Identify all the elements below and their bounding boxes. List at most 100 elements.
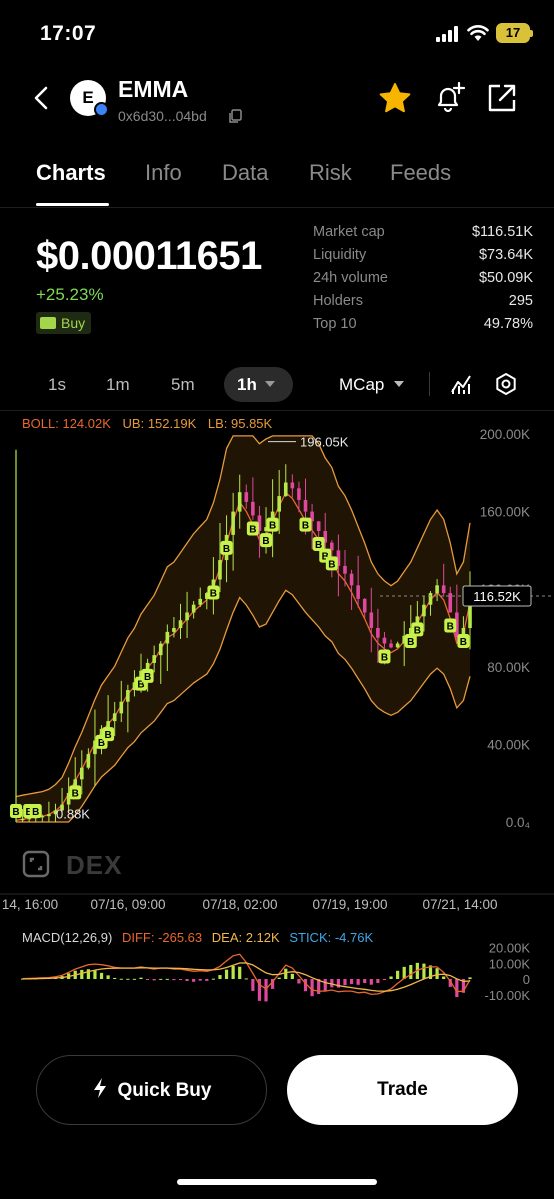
chevron-down-icon[interactable] <box>394 381 404 387</box>
alert-bell-plus-icon[interactable] <box>432 81 466 115</box>
macd-stick-bar <box>198 979 202 981</box>
tab-risk[interactable]: Risk <box>309 160 352 186</box>
stat-top-10: Top 10 49.78% <box>313 316 533 336</box>
macd-stick-bar <box>297 979 301 984</box>
settings-icon[interactable] <box>494 372 518 396</box>
y-tick-label: 160.00K <box>480 505 530 520</box>
macd-stick-bar <box>422 963 426 979</box>
candle-body <box>283 482 288 497</box>
candle-body <box>356 585 360 599</box>
stat-label: 24h volume <box>313 270 388 286</box>
avatar-letter: E <box>82 88 94 107</box>
x-tick-label: 07/16, 09:00 <box>90 897 165 912</box>
interval-5m[interactable]: 5m <box>171 375 195 395</box>
candle-body <box>376 628 380 638</box>
candle-body <box>349 573 354 586</box>
macd-stick-bar <box>363 979 367 984</box>
candle-body <box>428 593 433 605</box>
candle-body <box>191 604 196 613</box>
battery-icon: 17 <box>496 23 533 43</box>
macd-stick-bar <box>396 970 400 979</box>
macd-stick-bar <box>251 979 255 991</box>
interval-1m[interactable]: 1m <box>106 375 130 395</box>
buy-marker-label: B <box>210 589 217 600</box>
macd-stick-bar <box>284 968 288 979</box>
candle-body <box>297 488 301 500</box>
back-arrow-icon[interactable] <box>30 84 54 112</box>
buy-marker-label: B <box>447 621 454 632</box>
x-tick-label: 07/19, 19:00 <box>312 897 387 912</box>
quick-buy-button[interactable]: Quick Buy <box>36 1055 267 1125</box>
buy-marker-label: B <box>414 625 421 636</box>
macd-stick-bar <box>80 969 84 979</box>
stat-market-cap: Market cap $116.51K <box>313 224 533 244</box>
candle-body <box>185 612 189 621</box>
price-change: +25.23% <box>36 285 104 304</box>
y-tick-label: 40.00K <box>487 737 530 752</box>
share-external-icon[interactable] <box>486 82 518 114</box>
tab-feeds[interactable]: Feeds <box>390 160 451 186</box>
macd-stick-bar <box>389 976 393 979</box>
macd-stick-bar <box>159 978 163 980</box>
candle-body <box>330 542 334 551</box>
macd-stick-bar <box>178 979 183 980</box>
token-address[interactable]: 0x6d30...04bd <box>118 108 207 124</box>
stat-value: $116.51K <box>471 224 533 240</box>
candle-body <box>343 565 347 574</box>
macd-stick-bar <box>290 973 294 979</box>
candle-body <box>27 818 31 820</box>
tab-charts[interactable]: Charts <box>36 160 106 186</box>
macd-stick-bar <box>139 977 143 979</box>
x-tick-label: 07/18, 02:00 <box>202 897 277 912</box>
candle-body <box>237 492 242 512</box>
tab-data[interactable]: Data <box>222 160 268 186</box>
trade-button[interactable]: Trade <box>287 1055 518 1125</box>
signal-icon <box>436 26 458 42</box>
candle-body <box>198 598 203 605</box>
fullscreen-icon[interactable] <box>22 850 50 878</box>
buy-badge: Buy <box>36 312 92 334</box>
macd-stick-bar <box>192 979 196 982</box>
divider <box>0 207 554 208</box>
macd-stick-bar <box>310 979 314 997</box>
boll-lower: LB: 95.85K <box>207 416 273 431</box>
candle-body <box>158 643 163 656</box>
macd-stick-bar <box>106 975 110 979</box>
candle-body <box>395 643 400 648</box>
trade-label: Trade <box>377 1079 428 1100</box>
interval-1h[interactable]: 1h <box>224 367 293 402</box>
buy-marker-label: B <box>32 807 39 818</box>
candle-body <box>448 593 453 613</box>
lightning-icon <box>93 1078 106 1098</box>
buy-marker-label: B <box>328 559 335 570</box>
macd-stick-bar <box>323 979 327 992</box>
boll-upper: UB: 152.19K <box>122 416 197 431</box>
metric-select[interactable]: MCap <box>339 375 384 395</box>
buy-marker-label: B <box>407 637 414 648</box>
interval-1s[interactable]: 1s <box>48 375 66 395</box>
macd-stick-bar <box>172 979 176 981</box>
macd-stick-bar <box>435 968 439 979</box>
copy-icon[interactable] <box>228 109 242 124</box>
candle-body <box>178 620 183 628</box>
macd-stick-bar <box>99 972 104 979</box>
macd-stick-bar <box>409 964 413 979</box>
candle-body <box>172 628 176 632</box>
tab-info[interactable]: Info <box>145 160 182 186</box>
stat-label: Market cap <box>313 224 385 240</box>
candle-body <box>316 521 321 531</box>
quick-buy-label: Quick Buy <box>117 1080 212 1101</box>
macd-stick-bar <box>238 966 242 979</box>
macd-stick-bar <box>231 965 235 979</box>
macd-stick-bar <box>145 979 150 980</box>
macd-stick-bar <box>152 979 156 981</box>
candle-body <box>369 612 374 628</box>
buy-marker-label: B <box>72 788 79 799</box>
status-time: 17:07 <box>40 22 97 45</box>
price-chart[interactable]: 200.00K160.00K120.00K80.00K40.00K0.0₄14,… <box>0 412 554 917</box>
candle-body <box>152 655 156 663</box>
candle-body <box>290 482 295 489</box>
buy-marker-label: B <box>249 524 256 535</box>
indicator-icon[interactable] <box>449 372 473 396</box>
favorite-star-icon[interactable] <box>378 82 412 114</box>
